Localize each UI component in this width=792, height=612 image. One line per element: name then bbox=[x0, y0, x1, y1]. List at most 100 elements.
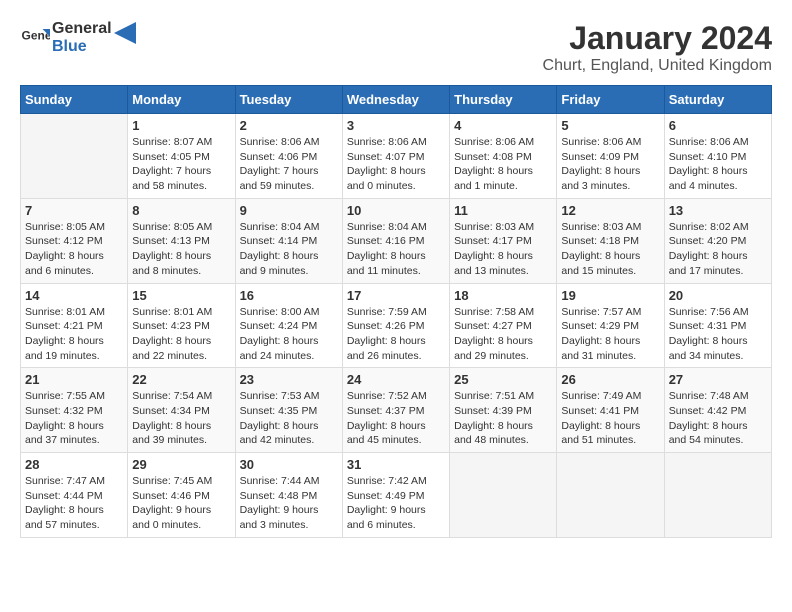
calendar-cell bbox=[21, 114, 128, 199]
day-info: Sunrise: 7:59 AMSunset: 4:26 PMDaylight:… bbox=[347, 305, 445, 364]
day-number: 25 bbox=[454, 372, 552, 387]
day-info: Sunrise: 7:57 AMSunset: 4:29 PMDaylight:… bbox=[561, 305, 659, 364]
day-number: 10 bbox=[347, 203, 445, 218]
calendar-cell: 28 Sunrise: 7:47 AMSunset: 4:44 PMDayligh… bbox=[21, 453, 128, 538]
day-number: 15 bbox=[132, 288, 230, 303]
day-number: 4 bbox=[454, 118, 552, 133]
calendar-cell bbox=[557, 453, 664, 538]
calendar-cell: 19 Sunrise: 7:57 AMSunset: 4:29 PMDayligh… bbox=[557, 283, 664, 368]
day-number: 17 bbox=[347, 288, 445, 303]
calendar-cell: 3 Sunrise: 8:06 AMSunset: 4:07 PMDaylight… bbox=[342, 114, 449, 199]
calendar-cell: 5Sunrise: 8:06 AMSunset: 4:09 PMDaylight… bbox=[557, 114, 664, 199]
calendar-cell: 2 Sunrise: 8:06 AMSunset: 4:06 PMDaylight… bbox=[235, 114, 342, 199]
calendar-header-row: SundayMondayTuesdayWednesdayThursdayFrid… bbox=[21, 86, 772, 114]
weekday-header-sunday: Sunday bbox=[21, 86, 128, 114]
day-info: Sunrise: 7:42 AMSunset: 4:49 PMDaylight:… bbox=[347, 474, 445, 533]
calendar-cell: 15 Sunrise: 8:01 AMSunset: 4:23 PMDayligh… bbox=[128, 283, 235, 368]
day-number: 9 bbox=[240, 203, 338, 218]
calendar-cell bbox=[450, 453, 557, 538]
day-info: Sunrise: 7:58 AMSunset: 4:27 PMDaylight:… bbox=[454, 305, 552, 364]
weekday-header-saturday: Saturday bbox=[664, 86, 771, 114]
calendar-cell: 6 Sunrise: 8:06 AMSunset: 4:10 PMDaylight… bbox=[664, 114, 771, 199]
page-header: General General Blue January 2024 Churt,… bbox=[20, 20, 772, 75]
calendar-cell: 8 Sunrise: 8:05 AMSunset: 4:13 PMDaylight… bbox=[128, 198, 235, 283]
month-title: January 2024 bbox=[543, 20, 772, 57]
day-info: Sunrise: 8:06 AMSunset: 4:06 PMDaylight:… bbox=[240, 135, 338, 194]
day-info: Sunrise: 7:45 AMSunset: 4:46 PMDaylight:… bbox=[132, 474, 230, 533]
day-info: Sunrise: 8:06 AMSunset: 4:07 PMDaylight:… bbox=[347, 135, 445, 194]
calendar-week-row: 21 Sunrise: 7:55 AMSunset: 4:32 PMDayligh… bbox=[21, 368, 772, 453]
calendar-cell: 9 Sunrise: 8:04 AMSunset: 4:14 PMDaylight… bbox=[235, 198, 342, 283]
day-info: Sunrise: 8:00 AMSunset: 4:24 PMDaylight:… bbox=[240, 305, 338, 364]
day-number: 13 bbox=[669, 203, 767, 218]
day-info: Sunrise: 8:02 AMSunset: 4:20 PMDaylight:… bbox=[669, 220, 767, 279]
day-info: Sunrise: 8:03 AMSunset: 4:18 PMDaylight:… bbox=[561, 220, 659, 279]
day-number: 7 bbox=[25, 203, 123, 218]
day-number: 11 bbox=[454, 203, 552, 218]
calendar-table: SundayMondayTuesdayWednesdayThursdayFrid… bbox=[20, 85, 772, 538]
calendar-week-row: 14Sunrise: 8:01 AMSunset: 4:21 PMDayligh… bbox=[21, 283, 772, 368]
day-number: 3 bbox=[347, 118, 445, 133]
day-number: 30 bbox=[240, 457, 338, 472]
day-info: Sunrise: 7:49 AMSunset: 4:41 PMDaylight:… bbox=[561, 389, 659, 448]
logo-general-text: General bbox=[52, 20, 112, 38]
calendar-cell: 27 Sunrise: 7:48 AMSunset: 4:42 PMDayligh… bbox=[664, 368, 771, 453]
calendar-cell: 1Sunrise: 8:07 AMSunset: 4:05 PMDaylight… bbox=[128, 114, 235, 199]
day-info: Sunrise: 8:06 AMSunset: 4:10 PMDaylight:… bbox=[669, 135, 767, 194]
calendar-cell bbox=[664, 453, 771, 538]
day-info: Sunrise: 8:07 AMSunset: 4:05 PMDaylight:… bbox=[132, 135, 230, 194]
day-number: 2 bbox=[240, 118, 338, 133]
calendar-cell: 16Sunrise: 8:00 AMSunset: 4:24 PMDayligh… bbox=[235, 283, 342, 368]
calendar-cell: 17 Sunrise: 7:59 AMSunset: 4:26 PMDayligh… bbox=[342, 283, 449, 368]
day-info: Sunrise: 8:05 AMSunset: 4:13 PMDaylight:… bbox=[132, 220, 230, 279]
calendar-week-row: 28 Sunrise: 7:47 AMSunset: 4:44 PMDayligh… bbox=[21, 453, 772, 538]
day-info: Sunrise: 8:05 AMSunset: 4:12 PMDaylight:… bbox=[25, 220, 123, 279]
day-info: Sunrise: 8:03 AMSunset: 4:17 PMDaylight:… bbox=[454, 220, 552, 279]
calendar-cell: 31 Sunrise: 7:42 AMSunset: 4:49 PMDayligh… bbox=[342, 453, 449, 538]
day-number: 26 bbox=[561, 372, 659, 387]
day-info: Sunrise: 7:48 AMSunset: 4:42 PMDaylight:… bbox=[669, 389, 767, 448]
calendar-cell: 30 Sunrise: 7:44 AMSunset: 4:48 PMDayligh… bbox=[235, 453, 342, 538]
weekday-header-thursday: Thursday bbox=[450, 86, 557, 114]
day-number: 19 bbox=[561, 288, 659, 303]
day-number: 20 bbox=[669, 288, 767, 303]
weekday-header-monday: Monday bbox=[128, 86, 235, 114]
day-number: 24 bbox=[347, 372, 445, 387]
day-number: 14 bbox=[25, 288, 123, 303]
calendar-cell: 21 Sunrise: 7:55 AMSunset: 4:32 PMDayligh… bbox=[21, 368, 128, 453]
day-number: 27 bbox=[669, 372, 767, 387]
day-info: Sunrise: 7:55 AMSunset: 4:32 PMDaylight:… bbox=[25, 389, 123, 448]
logo-icon: General bbox=[20, 23, 50, 53]
day-number: 31 bbox=[347, 457, 445, 472]
logo-blue-text: Blue bbox=[52, 38, 112, 56]
calendar-cell: 24Sunrise: 7:52 AMSunset: 4:37 PMDayligh… bbox=[342, 368, 449, 453]
calendar-week-row: 7 Sunrise: 8:05 AMSunset: 4:12 PMDaylight… bbox=[21, 198, 772, 283]
day-number: 8 bbox=[132, 203, 230, 218]
calendar-cell: 10Sunrise: 8:04 AMSunset: 4:16 PMDayligh… bbox=[342, 198, 449, 283]
calendar-cell: 7 Sunrise: 8:05 AMSunset: 4:12 PMDaylight… bbox=[21, 198, 128, 283]
calendar-cell: 4 Sunrise: 8:06 AMSunset: 4:08 PMDaylight… bbox=[450, 114, 557, 199]
day-info: Sunrise: 8:06 AMSunset: 4:08 PMDaylight:… bbox=[454, 135, 552, 194]
day-info: Sunrise: 7:47 AMSunset: 4:44 PMDaylight:… bbox=[25, 474, 123, 533]
day-number: 29 bbox=[132, 457, 230, 472]
day-info: Sunrise: 7:44 AMSunset: 4:48 PMDaylight:… bbox=[240, 474, 338, 533]
day-number: 21 bbox=[25, 372, 123, 387]
calendar-cell: 25 Sunrise: 7:51 AMSunset: 4:39 PMDayligh… bbox=[450, 368, 557, 453]
calendar-cell: 23Sunrise: 7:53 AMSunset: 4:35 PMDayligh… bbox=[235, 368, 342, 453]
calendar-cell: 13 Sunrise: 8:02 AMSunset: 4:20 PMDayligh… bbox=[664, 198, 771, 283]
calendar-cell: 26 Sunrise: 7:49 AMSunset: 4:41 PMDayligh… bbox=[557, 368, 664, 453]
day-info: Sunrise: 8:04 AMSunset: 4:14 PMDaylight:… bbox=[240, 220, 338, 279]
location-text: Churt, England, United Kingdom bbox=[543, 57, 772, 75]
day-number: 18 bbox=[454, 288, 552, 303]
day-info: Sunrise: 8:01 AMSunset: 4:23 PMDaylight:… bbox=[132, 305, 230, 364]
calendar-week-row: 1Sunrise: 8:07 AMSunset: 4:05 PMDaylight… bbox=[21, 114, 772, 199]
day-info: Sunrise: 7:54 AMSunset: 4:34 PMDaylight:… bbox=[132, 389, 230, 448]
calendar-cell: 18 Sunrise: 7:58 AMSunset: 4:27 PMDayligh… bbox=[450, 283, 557, 368]
logo: General General Blue bbox=[20, 20, 136, 55]
day-number: 28 bbox=[25, 457, 123, 472]
day-number: 6 bbox=[669, 118, 767, 133]
calendar-cell: 14Sunrise: 8:01 AMSunset: 4:21 PMDayligh… bbox=[21, 283, 128, 368]
calendar-cell: 22Sunrise: 7:54 AMSunset: 4:34 PMDayligh… bbox=[128, 368, 235, 453]
day-info: Sunrise: 7:51 AMSunset: 4:39 PMDaylight:… bbox=[454, 389, 552, 448]
day-info: Sunrise: 7:53 AMSunset: 4:35 PMDaylight:… bbox=[240, 389, 338, 448]
